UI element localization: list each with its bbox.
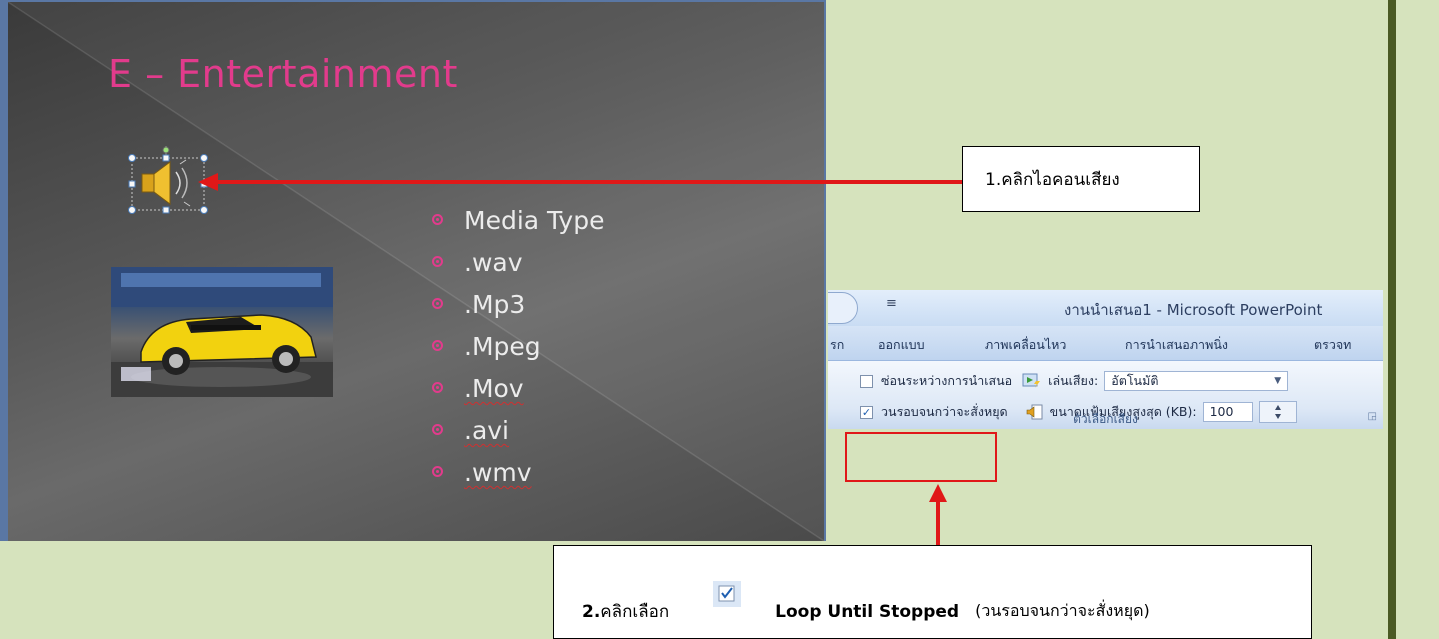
click-select-text: คลิกเลือก [600, 602, 670, 622]
bullet-icon [432, 382, 443, 393]
play-sound-icon [1022, 372, 1042, 390]
callout-step-1-text: 1.คลิกไอคอนเสียง [985, 169, 1120, 190]
title-bar: ▼ ≡ งานนำเสนอ1 - Microsoft PowerPoint [828, 290, 1383, 326]
group-label: ตัวเลือกเสียง [1073, 412, 1138, 426]
tab-insert[interactable]: รก [830, 335, 844, 355]
bullet-icon [432, 466, 443, 477]
bullet-icon [432, 424, 443, 435]
arrow-to-loop-checkbox [929, 484, 947, 545]
powerpoint-ribbon-screenshot: ▼ ≡ งานนำเสนอ1 - Microsoft PowerPoint รก… [828, 290, 1383, 429]
sound-options-group: ซ่อนระหว่างการนำเสนอ เล่นเสียง: อัตโนมัต… [828, 361, 1383, 429]
dialog-launcher-icon[interactable]: ◲ [1368, 411, 1377, 422]
bullet-item: .avi [428, 412, 604, 454]
hide-during-show-label: ซ่อนระหว่างการนำเสนอ [881, 373, 1013, 388]
bullet-icon [432, 256, 443, 267]
bullet-item: .wav [428, 244, 604, 286]
bullet-text: .Mp3 [464, 290, 526, 319]
hide-during-show-checkbox[interactable] [860, 374, 873, 388]
window-title: งานนำเสนอ1 - Microsoft PowerPoint [1064, 301, 1323, 319]
callout-step-1: 1.คลิกไอคอนเสียง [962, 146, 1200, 212]
bullet-text: .wmv [464, 458, 532, 487]
bullet-icon [432, 340, 443, 351]
loop-highlight-box [845, 432, 997, 482]
option-name-english: Loop Until Stopped [775, 601, 960, 622]
bullet-text: .avi [464, 416, 510, 445]
bullet-icon [432, 214, 443, 225]
bullet-item: .Mp3 [428, 286, 604, 328]
bullet-text: Media Type [464, 206, 605, 235]
bullet-item: Media Type [428, 202, 604, 244]
presentation-slide: E – Entertainment Media Type .wav .Mp3 .… [0, 0, 826, 541]
bullet-item: .wmv [428, 454, 604, 496]
tab-review[interactable]: ตรวจท [1314, 335, 1351, 355]
play-sound-value: อัตโนมัติ [1111, 373, 1159, 388]
bullet-text: .Mov [464, 374, 524, 403]
play-sound-dropdown[interactable]: อัตโนมัติ ▼ [1104, 371, 1289, 391]
checkbox-icon [713, 580, 742, 607]
chevron-down-icon[interactable]: ▼ [1274, 372, 1281, 390]
car-photo [111, 267, 333, 397]
right-border-bar [1388, 0, 1396, 639]
step-number: 2. [582, 601, 601, 622]
play-sound-label: เล่นเสียง: [1048, 373, 1099, 388]
bullet-item: .Mpeg [428, 328, 604, 370]
speaker-icon[interactable] [120, 144, 210, 214]
ribbon-tabs: รก ออกแบบ ภาพเคลื่อนไหว การนำเสนอภาพนิ่ง… [828, 326, 1383, 361]
bullet-text: .wav [464, 248, 523, 277]
bullet-list: Media Type .wav .Mp3 .Mpeg .Mov .avi .wmv [428, 202, 604, 496]
bullet-item: .Mov [428, 370, 604, 412]
tab-animations[interactable]: ภาพเคลื่อนไหว [985, 335, 1066, 355]
callout-step-2: 2. คลิกเลือก Loop Until Stopped (วนรอบจน… [553, 545, 1312, 639]
bullet-text: .Mpeg [464, 332, 541, 361]
slide-title: E – Entertainment [108, 52, 458, 96]
tab-slide-show[interactable]: การนำเสนอภาพนิ่ง [1125, 335, 1228, 355]
customize-toolbar-icon[interactable]: ≡ [886, 296, 897, 311]
option-name-thai: (วนรอบจนกว่าจะสั่งหยุด) [975, 601, 1150, 620]
hide-during-show-row: ซ่อนระหว่างการนำเสนอ เล่นเสียง: อัตโนมัต… [860, 371, 1289, 391]
quick-access-toolbar[interactable]: ▼ [828, 292, 858, 324]
tab-design[interactable]: ออกแบบ [878, 335, 925, 355]
bullet-icon [432, 298, 443, 309]
